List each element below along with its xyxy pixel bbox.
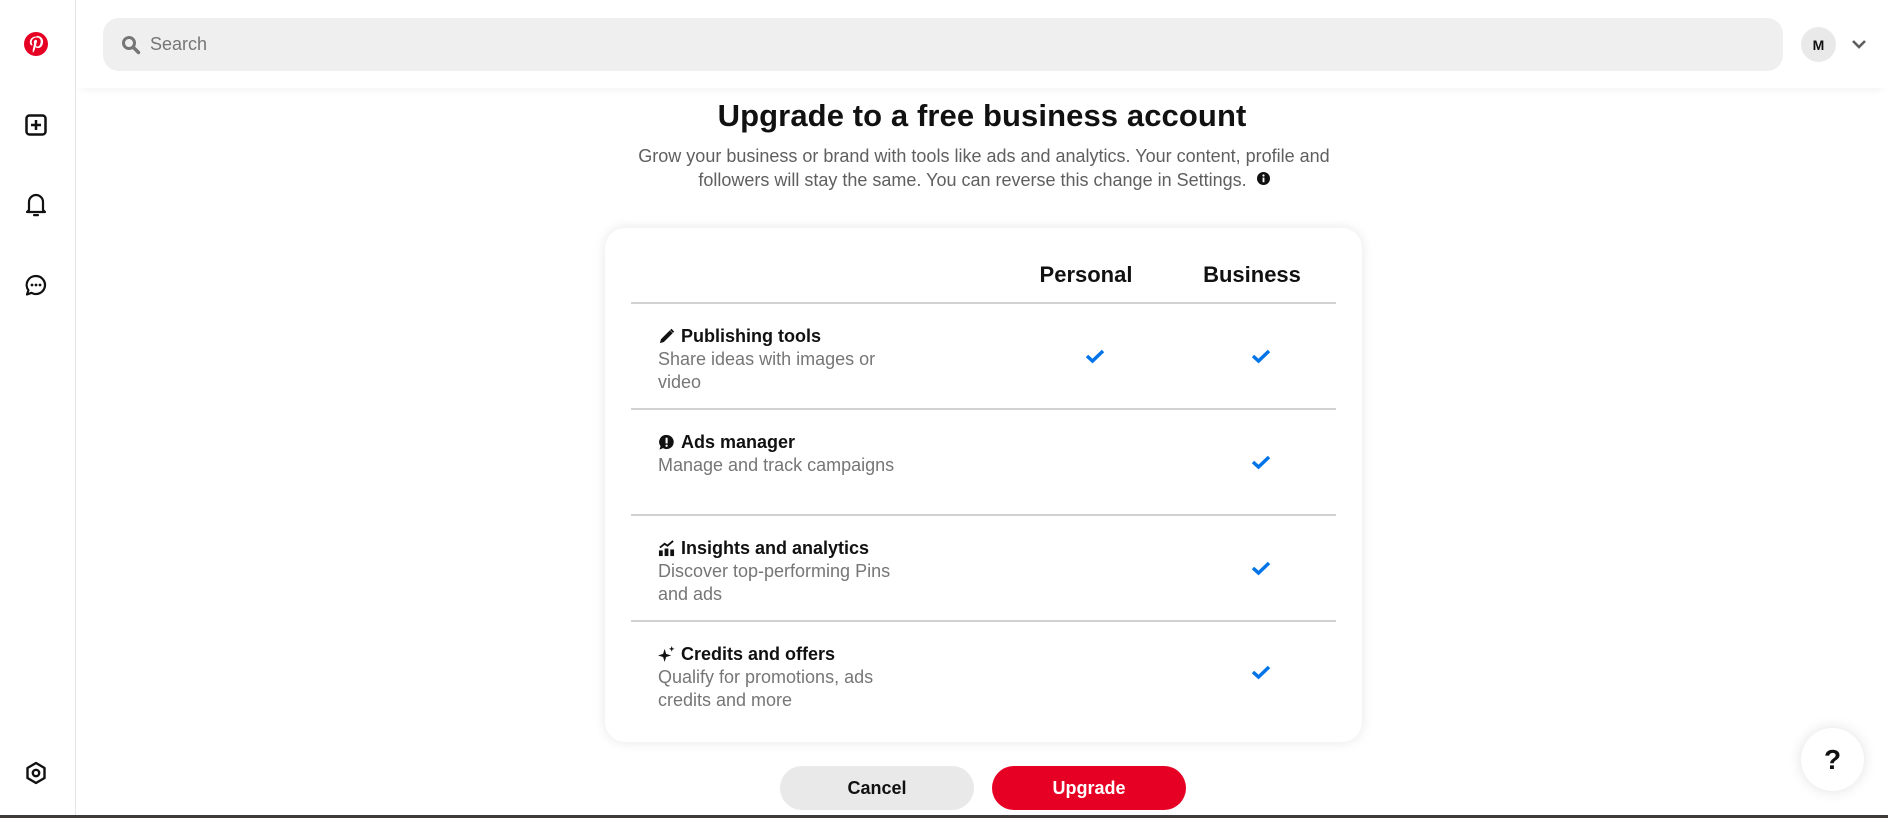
- page-title: Upgrade to a free business account: [717, 98, 1247, 133]
- help-icon: ?: [1823, 743, 1842, 775]
- check-icon-business: [1251, 561, 1271, 576]
- page-subtitle: Grow your business or brand with tools l…: [630, 144, 1338, 192]
- notifications-bell-icon[interactable]: [22, 191, 50, 219]
- subtitle-text: Grow your business or brand with tools l…: [638, 146, 1330, 190]
- check-icon-business: [1251, 455, 1271, 470]
- search-bar[interactable]: [103, 18, 1783, 71]
- feature-title: Publishing tools: [658, 324, 898, 348]
- feature-title-text: Publishing tools: [681, 325, 821, 346]
- feature-row: Ads manager Manage and track campaigns: [631, 410, 1336, 516]
- feature-info: Credits and offers Qualify for promotion…: [658, 642, 898, 712]
- chevron-down-icon[interactable]: [1848, 33, 1870, 55]
- ads-manager-icon: [659, 434, 674, 450]
- feature-description: Share ideas with images or video: [658, 349, 876, 392]
- help-button[interactable]: ?: [1801, 728, 1864, 791]
- messages-icon[interactable]: [22, 271, 50, 299]
- pencil-icon: [659, 328, 675, 343]
- settings-icon[interactable]: [22, 759, 50, 787]
- column-header-business: Business: [1203, 262, 1301, 287]
- feature-title-text: Ads manager: [681, 431, 796, 452]
- feature-description: Qualify for promotions, ads credits and …: [658, 667, 874, 710]
- column-header-personal: Personal: [1039, 262, 1133, 287]
- feature-info: Publishing tools Share ideas with images…: [658, 324, 898, 394]
- check-icon-personal: [1085, 349, 1105, 364]
- pinterest-logo-icon[interactable]: [22, 30, 50, 58]
- feature-title: Credits and offers: [658, 642, 898, 666]
- check-icon-business: [1251, 665, 1271, 680]
- feature-info: Ads manager Manage and track campaigns: [658, 430, 898, 477]
- check-icon-business: [1251, 349, 1271, 364]
- analytics-icon: [658, 539, 675, 556]
- search-input[interactable]: [150, 34, 1650, 55]
- feature-description: Discover top-performing Pins and ads: [658, 561, 891, 604]
- info-icon[interactable]: [1256, 172, 1270, 185]
- cancel-button[interactable]: Cancel: [780, 766, 974, 810]
- upgrade-button[interactable]: Upgrade: [992, 766, 1186, 810]
- comparison-card: Personal Business Publishing tools Share…: [605, 228, 1362, 742]
- feature-description: Manage and track campaigns: [658, 455, 895, 475]
- feature-title-text: Insights and analytics: [681, 537, 870, 558]
- avatar[interactable]: M: [1801, 27, 1836, 62]
- feature-title-text: Credits and offers: [681, 643, 836, 664]
- feature-row: Publishing tools Share ideas with images…: [631, 304, 1336, 410]
- header: M: [76, 0, 1888, 88]
- sparkle-icon: [658, 645, 675, 662]
- feature-title: Ads manager: [658, 430, 898, 454]
- feature-info: Insights and analytics Discover top-perf…: [658, 536, 898, 606]
- search-icon: [122, 35, 141, 54]
- feature-row: Credits and offers Qualify for promotion…: [631, 622, 1336, 728]
- feature-row: Insights and analytics Discover top-perf…: [631, 516, 1336, 622]
- feature-title: Insights and analytics: [658, 536, 898, 560]
